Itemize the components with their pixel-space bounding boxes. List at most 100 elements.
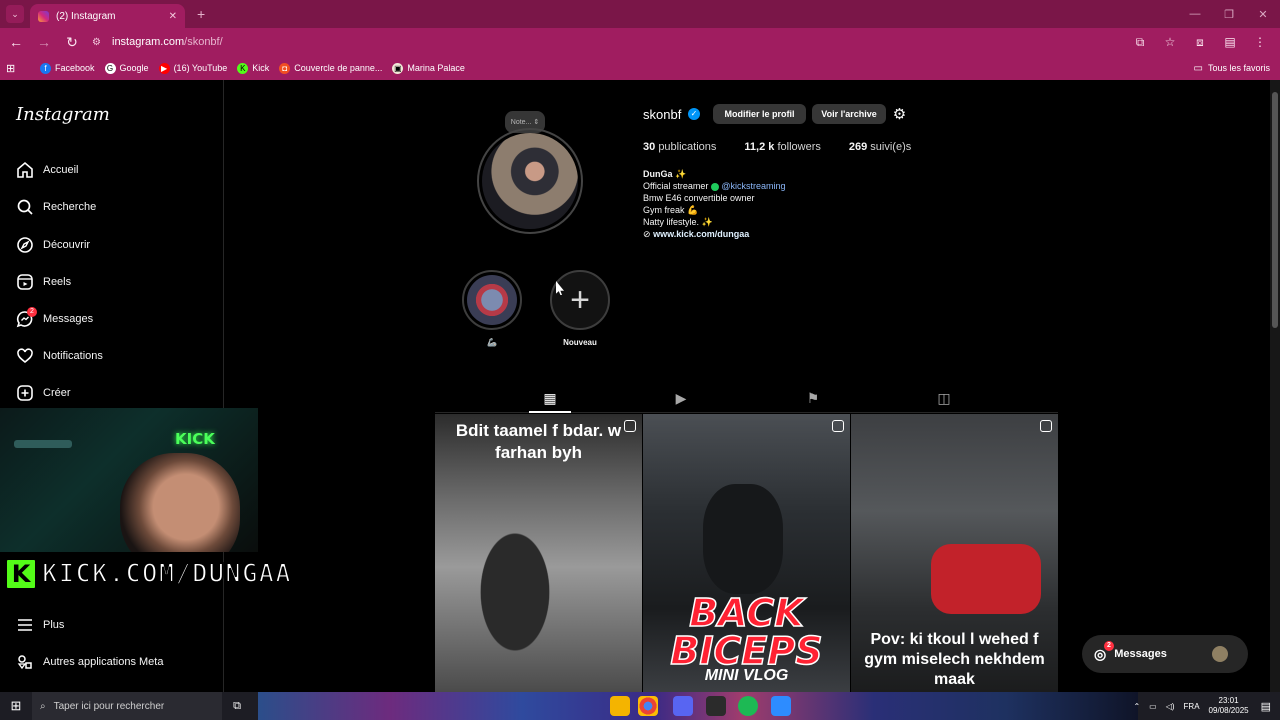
nav-crer[interactable]: Créer xyxy=(16,381,71,405)
home-icon xyxy=(16,161,34,179)
url-path: /skonbf/ xyxy=(184,36,223,48)
nav-messages[interactable]: 2 Messages xyxy=(16,307,93,331)
bio-line-car: Bmw E46 convertible owner xyxy=(643,193,755,203)
clock[interactable]: 23:01 09/08/2025 xyxy=(1209,696,1249,716)
file-explorer-icon[interactable] xyxy=(610,696,630,716)
menu-icon[interactable]: ⋮ xyxy=(1248,30,1272,54)
streamer-face xyxy=(120,453,240,552)
app-f-icon[interactable] xyxy=(771,696,791,716)
post-caption-overlay: BACK BICEPS xyxy=(670,591,824,673)
url-field[interactable]: ⚙ instagram.com/skonbf/ xyxy=(92,30,1128,54)
stat-posts: 30 publications xyxy=(643,141,717,153)
all-bookmarks-link[interactable]: Tous les favoris xyxy=(1208,63,1270,73)
bio-name: DunGa ✨ xyxy=(643,169,687,179)
bookmark-favicon-icon: ◘ xyxy=(279,62,291,74)
bookmark-label: Marina Palace xyxy=(407,63,465,73)
messages-pill-label: Messages xyxy=(1114,648,1167,660)
post-tile[interactable]: Bdit taamel f bdar. w farhan byh xyxy=(435,414,642,692)
bookmark-label: Google xyxy=(119,63,149,73)
kick-banner: K KICK.COM/DUNGAA xyxy=(4,556,292,592)
bookmark-item[interactable]: K Kick xyxy=(237,62,269,74)
system-tray: ⌃ ▭ ◁) FRA 23:01 09/08/2025 ▤ xyxy=(1133,692,1280,720)
stat-followers[interactable]: 11,2 k followers xyxy=(744,141,820,153)
reels-tab-icon[interactable]: ▶ xyxy=(673,390,689,406)
bookmark-item[interactable]: ▶ (16) YouTube xyxy=(158,62,227,74)
tray-chevron-icon[interactable]: ⌃ xyxy=(1133,702,1140,711)
close-window-icon[interactable]: ✕ xyxy=(1246,0,1280,28)
new-tab-icon[interactable]: + xyxy=(197,6,205,22)
edit-profile-button[interactable]: Modifier le profil xyxy=(713,104,806,124)
restore-icon[interactable]: ❐ xyxy=(1212,0,1246,28)
close-tab-icon[interactable]: ✕ xyxy=(169,11,177,22)
instagram-logo[interactable]: Instagram xyxy=(16,104,110,125)
page-scrollbar[interactable] xyxy=(1270,80,1280,692)
messages-popup-button[interactable]: ◎ 2 Messages xyxy=(1082,635,1248,673)
instagram-favicon-icon xyxy=(38,10,49,22)
nav-more[interactable]: Plus xyxy=(16,613,64,637)
profile-icon[interactable]: ▤ xyxy=(1218,30,1242,54)
bio-mention-link[interactable]: @kickstreaming xyxy=(721,181,785,191)
apps-grid-icon[interactable]: ⊞ xyxy=(6,62,28,75)
new-highlight-button[interactable]: + xyxy=(550,270,610,330)
clock-time: 23:01 xyxy=(1218,696,1239,705)
nav-dcouvrir[interactable]: Découvrir xyxy=(16,233,90,257)
nav-meta-apps[interactable]: Autres applications Meta xyxy=(16,650,163,674)
profile-bio: DunGa ✨ Official streamer @kickstreaming… xyxy=(643,168,786,240)
nav-more-label: Plus xyxy=(43,619,65,631)
highlight-1[interactable] xyxy=(462,270,522,330)
chrome-icon[interactable] xyxy=(638,696,658,716)
bookmark-item[interactable]: f Facebook xyxy=(40,62,95,74)
view-archive-button[interactable]: Voir l'archive xyxy=(812,104,886,124)
notification-center-icon[interactable]: ▤ xyxy=(1261,700,1271,713)
browser-tab-bar: ⌄ (2) Instagram ✕ + — ❐ ✕ xyxy=(0,0,1280,28)
tagged-tab-icon[interactable]: ◫ xyxy=(936,390,952,406)
bookmark-item[interactable]: G Google xyxy=(104,62,149,74)
nav-notifications[interactable]: Notifications xyxy=(16,344,103,368)
site-info-icon[interactable]: ⚙ xyxy=(92,37,106,48)
stat-following[interactable]: 269 suivi(e)s xyxy=(849,141,911,153)
bio-line-gym: Gym freak 💪 xyxy=(643,205,699,215)
posts-grid-tab-icon[interactable]: ▦ xyxy=(542,390,558,406)
nav-recherche[interactable]: Recherche xyxy=(16,195,96,219)
volume-icon[interactable]: ◁) xyxy=(1166,702,1175,711)
bio-line-streamer: Official streamer @kickstreaming xyxy=(643,181,786,191)
bio-website-link[interactable]: www.kick.com/dungaa xyxy=(653,229,749,239)
browser-tab[interactable]: (2) Instagram ✕ xyxy=(30,4,185,28)
highlight-cover xyxy=(467,275,517,325)
obs-icon[interactable] xyxy=(706,696,726,716)
bookmark-star-icon[interactable]: ☆ xyxy=(1158,30,1182,54)
discord-icon[interactable] xyxy=(673,696,693,716)
bookmark-item[interactable]: ▣ Marina Palace xyxy=(392,62,465,74)
profile-avatar[interactable] xyxy=(477,128,583,234)
plus-icon: + xyxy=(570,280,590,319)
language-indicator[interactable]: FRA xyxy=(1184,702,1200,711)
reload-icon[interactable]: ↻ xyxy=(60,30,84,54)
webcam-background-object xyxy=(14,440,72,448)
settings-gear-icon[interactable]: ⚙ xyxy=(891,106,908,123)
taskbar-search[interactable]: ⌕ Taper ici pour rechercher xyxy=(32,692,222,720)
bookmark-favicon-icon: G xyxy=(104,62,116,74)
install-app-icon[interactable]: ⧉ xyxy=(1128,30,1152,54)
tab-title: (2) Instagram xyxy=(56,10,116,22)
back-icon[interactable]: ← xyxy=(4,30,28,54)
tab-search-button[interactable]: ⌄ xyxy=(6,5,24,23)
plus-square-icon xyxy=(16,384,34,402)
nav-accueil[interactable]: Accueil xyxy=(16,158,78,182)
saved-tab-icon[interactable]: ⚑ xyxy=(805,390,821,406)
nav-label: Notifications xyxy=(43,350,103,362)
kick-banner-text: KICK.COM/DUNGAA xyxy=(41,558,292,590)
nav-reels[interactable]: Reels xyxy=(16,270,71,294)
instagram-sidebar: Instagram Accueil Recherche Découvrir Reels… xyxy=(0,80,224,692)
post-tile[interactable]: Pov: ki tkoul l wehed f gym miselech nek… xyxy=(851,414,1058,692)
extensions-icon[interactable]: ⧈ xyxy=(1188,30,1212,54)
bookmark-item[interactable]: ◘ Couvercle de panne... xyxy=(279,62,382,74)
post-tile[interactable]: BACK BICEPS MINI VLOG xyxy=(643,414,850,692)
spotify-icon[interactable] xyxy=(738,696,758,716)
network-icon[interactable]: ▭ xyxy=(1149,702,1157,711)
windows-start-icon[interactable]: ⊞ xyxy=(0,692,32,720)
minimize-icon[interactable]: — xyxy=(1178,0,1212,28)
task-view-icon[interactable]: ⧉ xyxy=(222,700,252,713)
reel-badge-icon xyxy=(1040,420,1052,432)
forward-icon[interactable]: → xyxy=(32,30,56,54)
scrollbar-thumb[interactable] xyxy=(1272,92,1278,328)
